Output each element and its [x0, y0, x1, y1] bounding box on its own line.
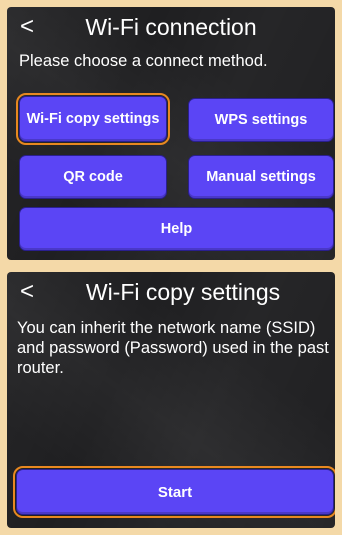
manual-settings-button[interactable]: Manual settings	[188, 155, 334, 199]
wifi-copy-description: You can inherit the network name (SSID) …	[17, 319, 329, 377]
wifi-connection-screen: < Wi-Fi connection Please choose a conne…	[7, 7, 335, 260]
wifi-copy-settings-screen: < Wi-Fi copy settings You can inherit th…	[7, 272, 335, 528]
screen-header: < Wi-Fi copy settings	[7, 272, 335, 312]
qr-code-label: QR code	[63, 169, 123, 185]
wifi-copy-settings-label: Wi-Fi copy settings	[26, 111, 160, 127]
help-button[interactable]: Help	[19, 207, 334, 251]
screen-title: Wi-Fi connection	[85, 14, 257, 40]
wps-settings-label: WPS settings	[214, 112, 308, 128]
help-label: Help	[160, 221, 193, 237]
wifi-copy-settings-button[interactable]: Wi-Fi copy settings	[16, 93, 170, 145]
wps-settings-button[interactable]: WPS settings	[188, 98, 334, 142]
start-label: Start	[157, 483, 193, 501]
manual-settings-label: Manual settings	[206, 169, 316, 185]
connect-method-prompt: Please choose a connect method.	[19, 52, 268, 70]
start-button[interactable]: Start	[13, 466, 335, 518]
screen-title: Wi-Fi copy settings	[85, 279, 281, 305]
qr-code-button[interactable]: QR code	[19, 155, 167, 199]
screen-header: < Wi-Fi connection	[7, 7, 335, 47]
